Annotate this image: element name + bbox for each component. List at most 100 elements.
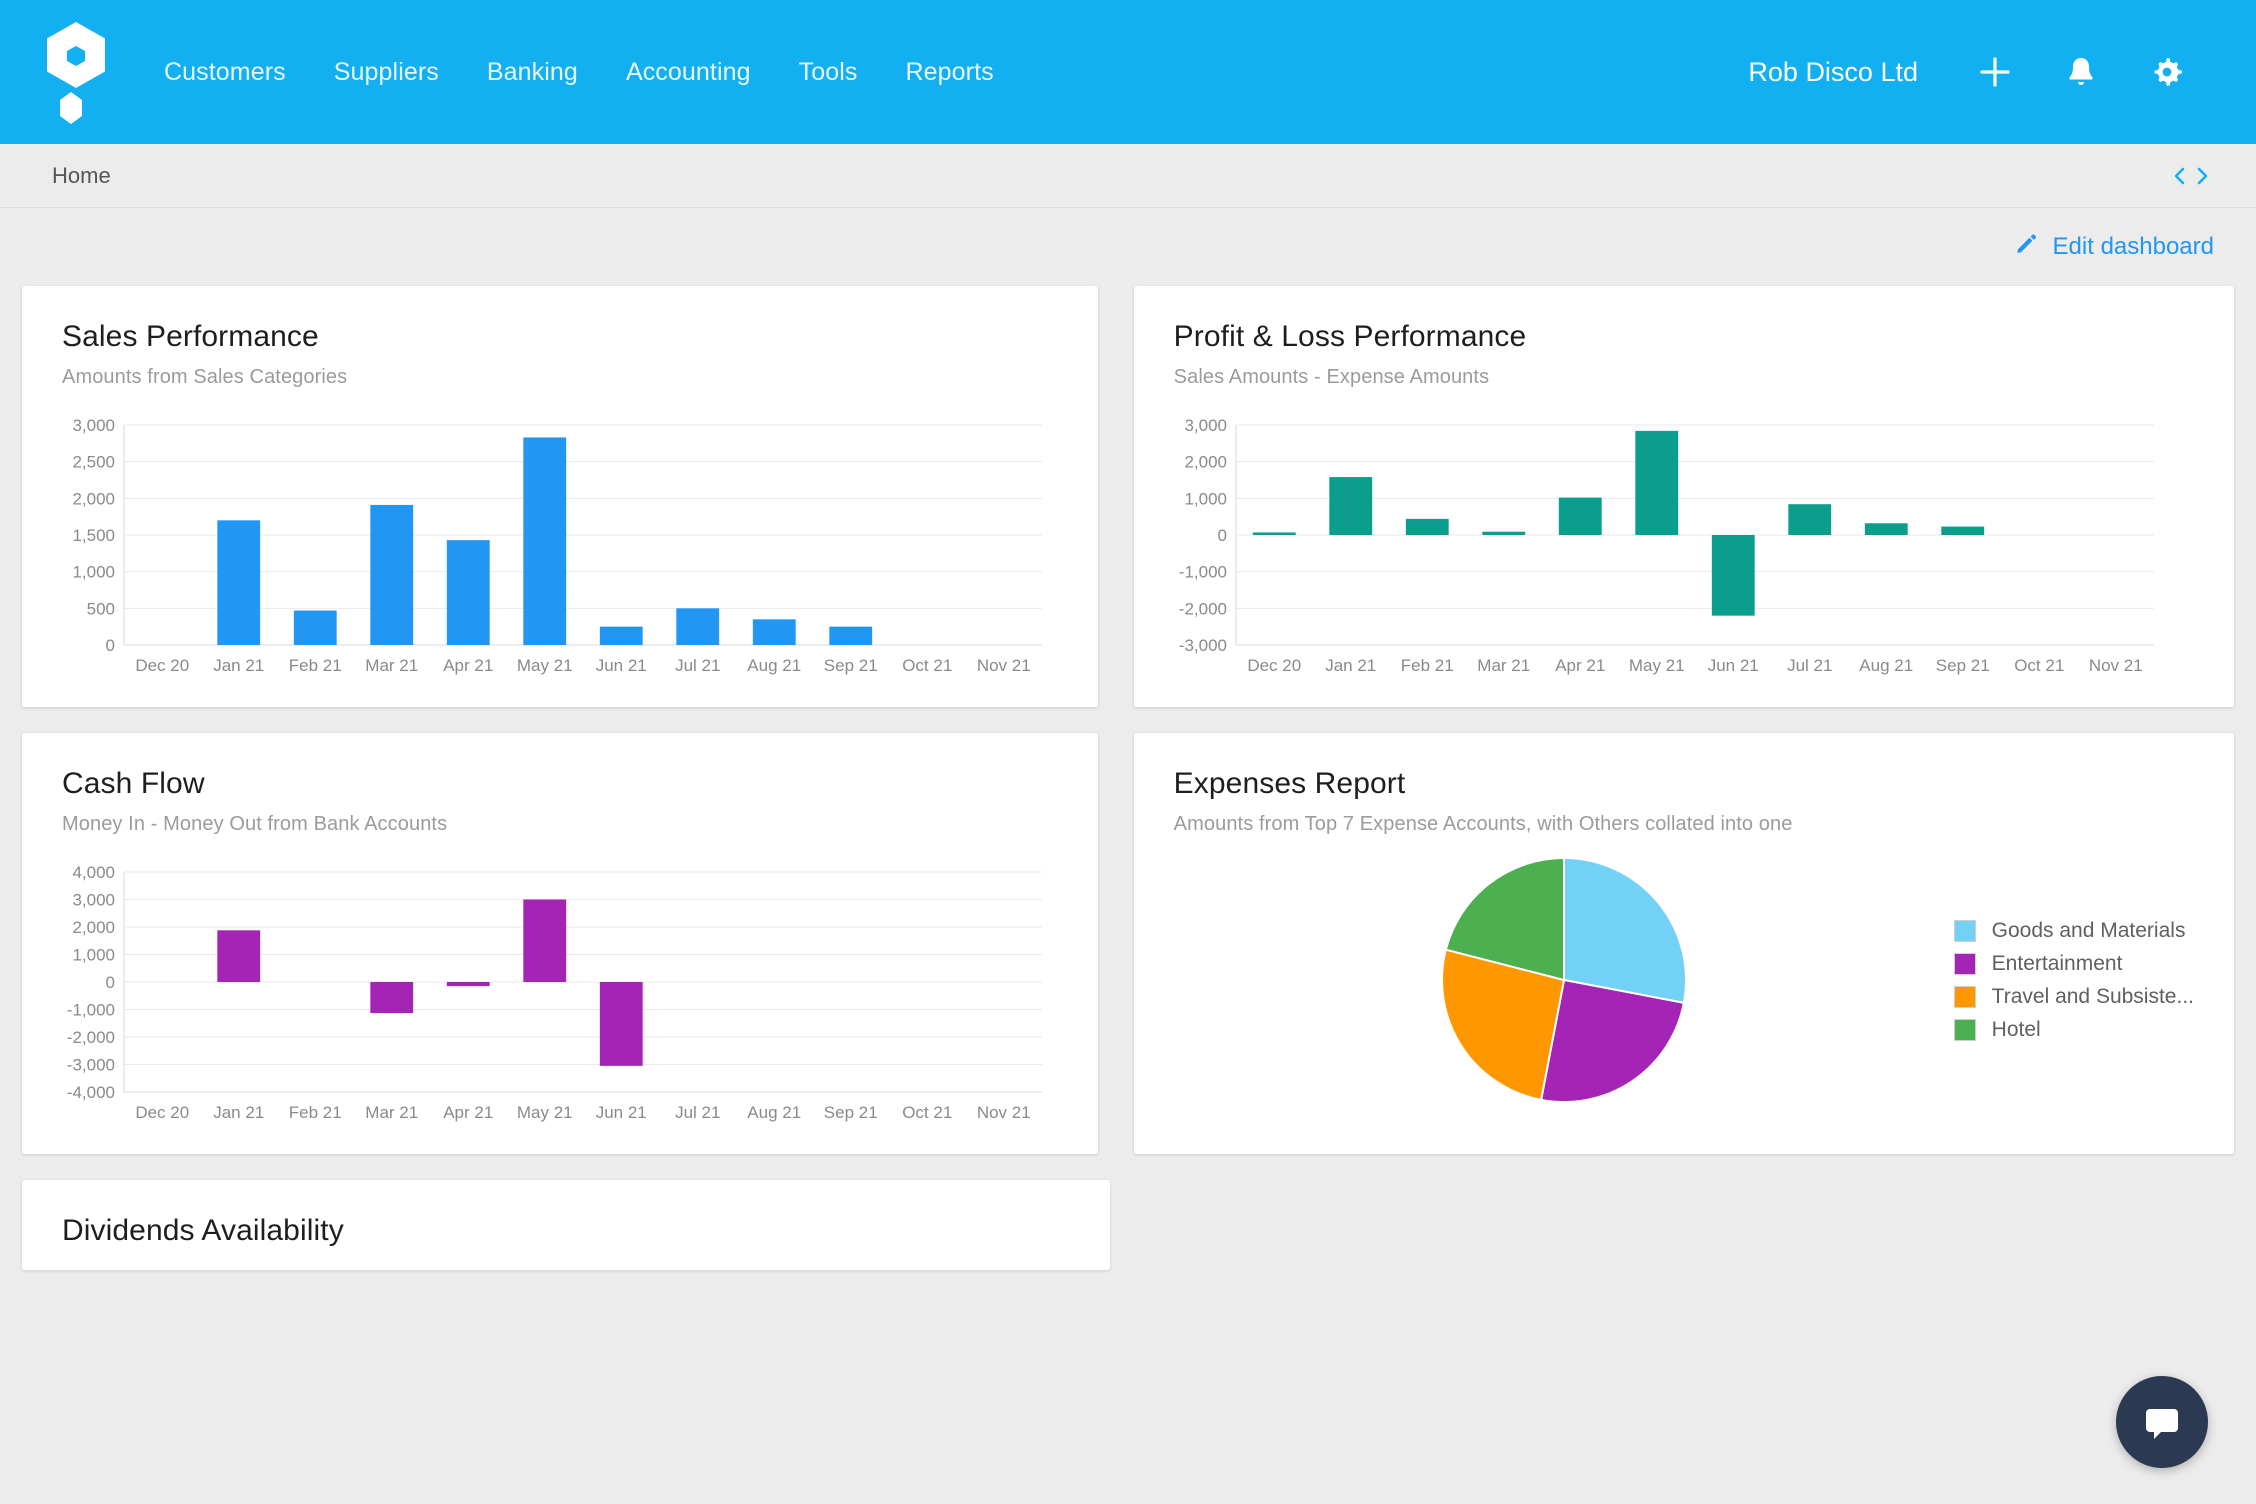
card-expenses-report: Expenses Report Amounts from Top 7 Expen… [1133, 733, 2234, 1154]
chevron-right-icon[interactable] [2192, 165, 2212, 187]
legend-item[interactable]: Travel and Subsiste... [1953, 984, 2194, 1009]
svg-text:1,000: 1,000 [72, 946, 115, 965]
svg-text:Dec 20: Dec 20 [1247, 656, 1301, 675]
card-subtitle: Sales Amounts - Expense Amounts [1173, 366, 1490, 388]
card-title: Sales Performance [62, 320, 319, 353]
plus-icon[interactable] [1952, 55, 2038, 89]
svg-text:Jan 21: Jan 21 [1325, 656, 1376, 675]
svg-text:0: 0 [106, 636, 115, 655]
svg-text:Oct 21: Oct 21 [902, 1103, 952, 1122]
svg-text:1,000: 1,000 [1184, 489, 1227, 508]
svg-text:3,000: 3,000 [1184, 419, 1227, 435]
svg-text:-1,000: -1,000 [67, 1001, 115, 1020]
edit-dashboard-label: Edit dashboard [2052, 233, 2214, 260]
svg-text:Sep 21: Sep 21 [1935, 656, 1989, 675]
profit-loss-chart[interactable]: 3,000 2,000 1,000 0 -1,000 -2,000 -3,000 Dec 20… [1174, 419, 2194, 679]
legend-swatch [1953, 985, 1976, 1008]
svg-text:Dec 20: Dec 20 [135, 656, 189, 675]
edit-dashboard-button[interactable]: Edit dashboard [2015, 233, 2214, 262]
card-sales-performance: Sales Performance Amounts from Sales Cat… [22, 286, 1098, 707]
card-title: Expenses Report [1173, 767, 1406, 800]
card-title: Dividends Availability [62, 1214, 344, 1247]
svg-text:2,000: 2,000 [72, 918, 115, 937]
nav-item-banking[interactable]: Banking [463, 58, 602, 87]
svg-text:2,000: 2,000 [72, 489, 115, 508]
card-dividends-availability: Dividends Availability [22, 1180, 1110, 1270]
top-navigation-bar: Customers Suppliers Banking Accounting T… [0, 0, 2256, 144]
svg-text:Aug 21: Aug 21 [747, 656, 801, 675]
nav-right-group: Rob Disco Ltd [1748, 54, 2210, 90]
legend-label: Travel and Subsiste... [1991, 984, 2194, 1008]
svg-text:-4,000: -4,000 [67, 1083, 115, 1102]
svg-text:Oct 21: Oct 21 [902, 656, 952, 675]
svg-text:0: 0 [1217, 526, 1226, 545]
svg-text:Jul 21: Jul 21 [1787, 656, 1832, 675]
nav-item-accounting[interactable]: Accounting [602, 58, 775, 87]
card-profit-loss-performance: Profit & Loss Performance Sales Amounts … [1133, 286, 2234, 707]
svg-text:Jan 21: Jan 21 [213, 1103, 264, 1122]
nav-item-tools[interactable]: Tools [775, 58, 882, 87]
svg-text:-3,000: -3,000 [67, 1056, 115, 1075]
legend-item[interactable]: Goods and Materials [1953, 918, 2194, 943]
expenses-legend: Goods and Materials Entertainment Travel a… [1953, 918, 2194, 1042]
svg-text:Feb 21: Feb 21 [289, 656, 342, 675]
legend-swatch [1953, 919, 1976, 942]
svg-text:Mar 21: Mar 21 [365, 656, 418, 675]
svg-text:-3,000: -3,000 [1178, 636, 1226, 655]
legend-swatch [1953, 952, 1976, 975]
legend-item[interactable]: Hotel [1953, 1017, 2194, 1042]
svg-text:Apr 21: Apr 21 [443, 656, 493, 675]
legend-label: Goods and Materials [1991, 918, 2186, 942]
svg-text:500: 500 [87, 599, 115, 618]
svg-text:May 21: May 21 [517, 1103, 573, 1122]
nav-item-suppliers[interactable]: Suppliers [310, 58, 463, 87]
breadcrumb[interactable]: Home [52, 163, 111, 189]
svg-text:Mar 21: Mar 21 [1477, 656, 1530, 675]
cash-flow-chart[interactable]: 4,000 3,000 2,000 1,000 0 -1,000 -2,000 -3,000 -… [62, 866, 1058, 1126]
card-subtitle: Money In - Money Out from Bank Accounts [62, 813, 448, 835]
pencil-icon [2015, 233, 2037, 262]
svg-text:Jun 21: Jun 21 [1707, 656, 1758, 675]
svg-text:Nov 21: Nov 21 [2088, 656, 2142, 675]
svg-text:Feb 21: Feb 21 [289, 1103, 342, 1122]
svg-text:Apr 21: Apr 21 [1555, 656, 1605, 675]
gear-icon[interactable] [2124, 54, 2210, 90]
svg-text:Apr 21: Apr 21 [443, 1103, 493, 1122]
legend-swatch [1953, 1018, 1976, 1041]
card-subtitle: Amounts from Top 7 Expense Accounts, wit… [1173, 813, 1793, 835]
expenses-pie-chart[interactable] [1174, 850, 1954, 1110]
svg-text:1,500: 1,500 [72, 526, 115, 545]
sales-performance-chart[interactable]: 3,000 2,500 2,000 1,500 1,000 500 0 Dec 20 Jan 2… [62, 419, 1058, 679]
main-nav-links: Customers Suppliers Banking Accounting T… [140, 58, 1018, 87]
legend-label: Hotel [1991, 1017, 2041, 1041]
dashboard-grid: Sales Performance Amounts from Sales Cat… [0, 286, 2256, 1154]
svg-text:Nov 21: Nov 21 [977, 1103, 1031, 1122]
svg-text:-2,000: -2,000 [67, 1028, 115, 1047]
svg-text:-2,000: -2,000 [1178, 599, 1226, 618]
svg-text:2,500: 2,500 [72, 453, 115, 472]
chevron-left-icon[interactable] [2170, 165, 2190, 187]
chat-icon[interactable] [2116, 1376, 2208, 1468]
card-title: Cash Flow [62, 767, 205, 800]
svg-text:Jul 21: Jul 21 [675, 656, 720, 675]
svg-text:1,000: 1,000 [72, 563, 115, 582]
hexagon-logo-icon[interactable] [38, 16, 112, 128]
svg-text:3,000: 3,000 [72, 419, 115, 435]
svg-text:Aug 21: Aug 21 [1859, 656, 1913, 675]
svg-text:Sep 21: Sep 21 [824, 1103, 878, 1122]
nav-item-reports[interactable]: Reports [882, 58, 1018, 87]
svg-text:Jan 21: Jan 21 [213, 656, 264, 675]
svg-text:Jun 21: Jun 21 [596, 1103, 647, 1122]
expenses-chart-row: Goods and Materials Entertainment Travel a… [1174, 850, 2194, 1110]
nav-item-customers[interactable]: Customers [140, 58, 310, 87]
company-name[interactable]: Rob Disco Ltd [1748, 57, 1918, 88]
legend-item[interactable]: Entertainment [1953, 951, 2194, 976]
history-navigation[interactable] [2170, 165, 2212, 187]
legend-label: Entertainment [1991, 951, 2123, 975]
svg-text:2,000: 2,000 [1184, 453, 1227, 472]
svg-text:Nov 21: Nov 21 [977, 656, 1031, 675]
svg-text:Aug 21: Aug 21 [747, 1103, 801, 1122]
bell-icon[interactable] [2038, 55, 2124, 89]
card-subtitle: Amounts from Sales Categories [62, 366, 348, 388]
svg-text:Oct 21: Oct 21 [2014, 656, 2064, 675]
